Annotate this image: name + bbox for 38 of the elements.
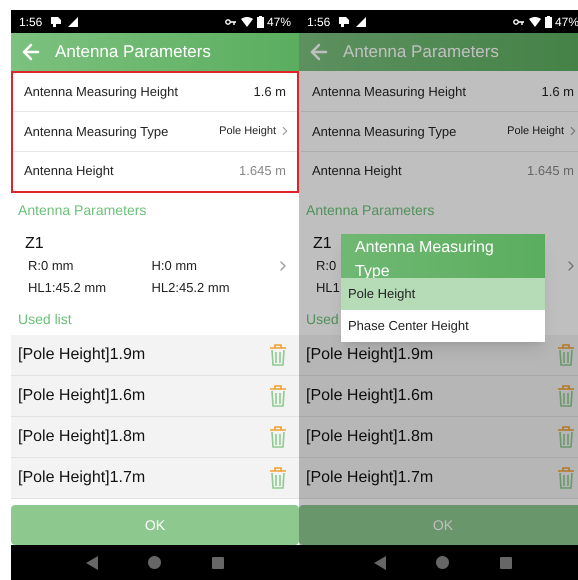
row-label: Antenna Measuring Height — [24, 83, 179, 102]
status-time: 1:56 — [19, 14, 42, 30]
antenna-field: R:0 mm — [28, 255, 74, 278]
antenna-field: HL1 — [316, 277, 340, 300]
item-label: [Pole Height]1.9m — [18, 344, 146, 365]
header-title: Antenna Parameters — [343, 41, 499, 64]
row-value: 1.645 m — [527, 162, 574, 180]
item-label: [Pole Height]1.7m — [306, 468, 434, 488]
header-title: Antenna Parameters — [55, 41, 211, 64]
dialog-title: Antenna Measuring Type — [355, 239, 494, 280]
row-value: Pole Height — [507, 124, 564, 140]
antenna-field: HL1:45.2 mm — [28, 277, 106, 300]
item-label: [Pole Height]1.6m — [18, 386, 146, 406]
row-value: 1.645 m — [239, 162, 286, 180]
row-value: Pole Height — [219, 124, 276, 140]
row-label: Antenna Measuring Type — [24, 122, 170, 141]
battery-percent: 47% — [266, 14, 291, 30]
antenna-field: R:0 — [316, 255, 336, 278]
section-title: Used — [306, 310, 339, 330]
row-value: 1.6 m — [253, 83, 286, 102]
status-time: 1:56 — [307, 14, 330, 30]
row-label: Antenna Height — [312, 162, 403, 180]
antenna-name: Z1 — [25, 234, 44, 254]
section-title: Antenna Parameters — [306, 200, 434, 220]
row-label: Antenna Height — [24, 162, 115, 180]
item-label: [Pole Height]1.7m — [18, 468, 146, 488]
section-title: Antenna Parameters — [18, 200, 146, 220]
section-title: Used list — [18, 310, 72, 330]
antenna-field: H:0 mm — [152, 255, 197, 278]
row-value: 1.6 m — [541, 83, 574, 102]
antenna-name: Z1 — [313, 234, 332, 254]
item-label: [Pole Height]1.8m — [18, 426, 146, 447]
row-label: Antenna Measuring Height — [312, 83, 467, 102]
item-label: [Pole Height]1.8m — [306, 426, 434, 447]
item-label: [Pole Height]1.6m — [306, 386, 434, 406]
item-label: [Pole Height]1.9m — [306, 344, 434, 365]
row-label: Antenna Measuring Type — [312, 122, 458, 141]
antenna-field: HL2:45.2 mm — [152, 277, 230, 300]
